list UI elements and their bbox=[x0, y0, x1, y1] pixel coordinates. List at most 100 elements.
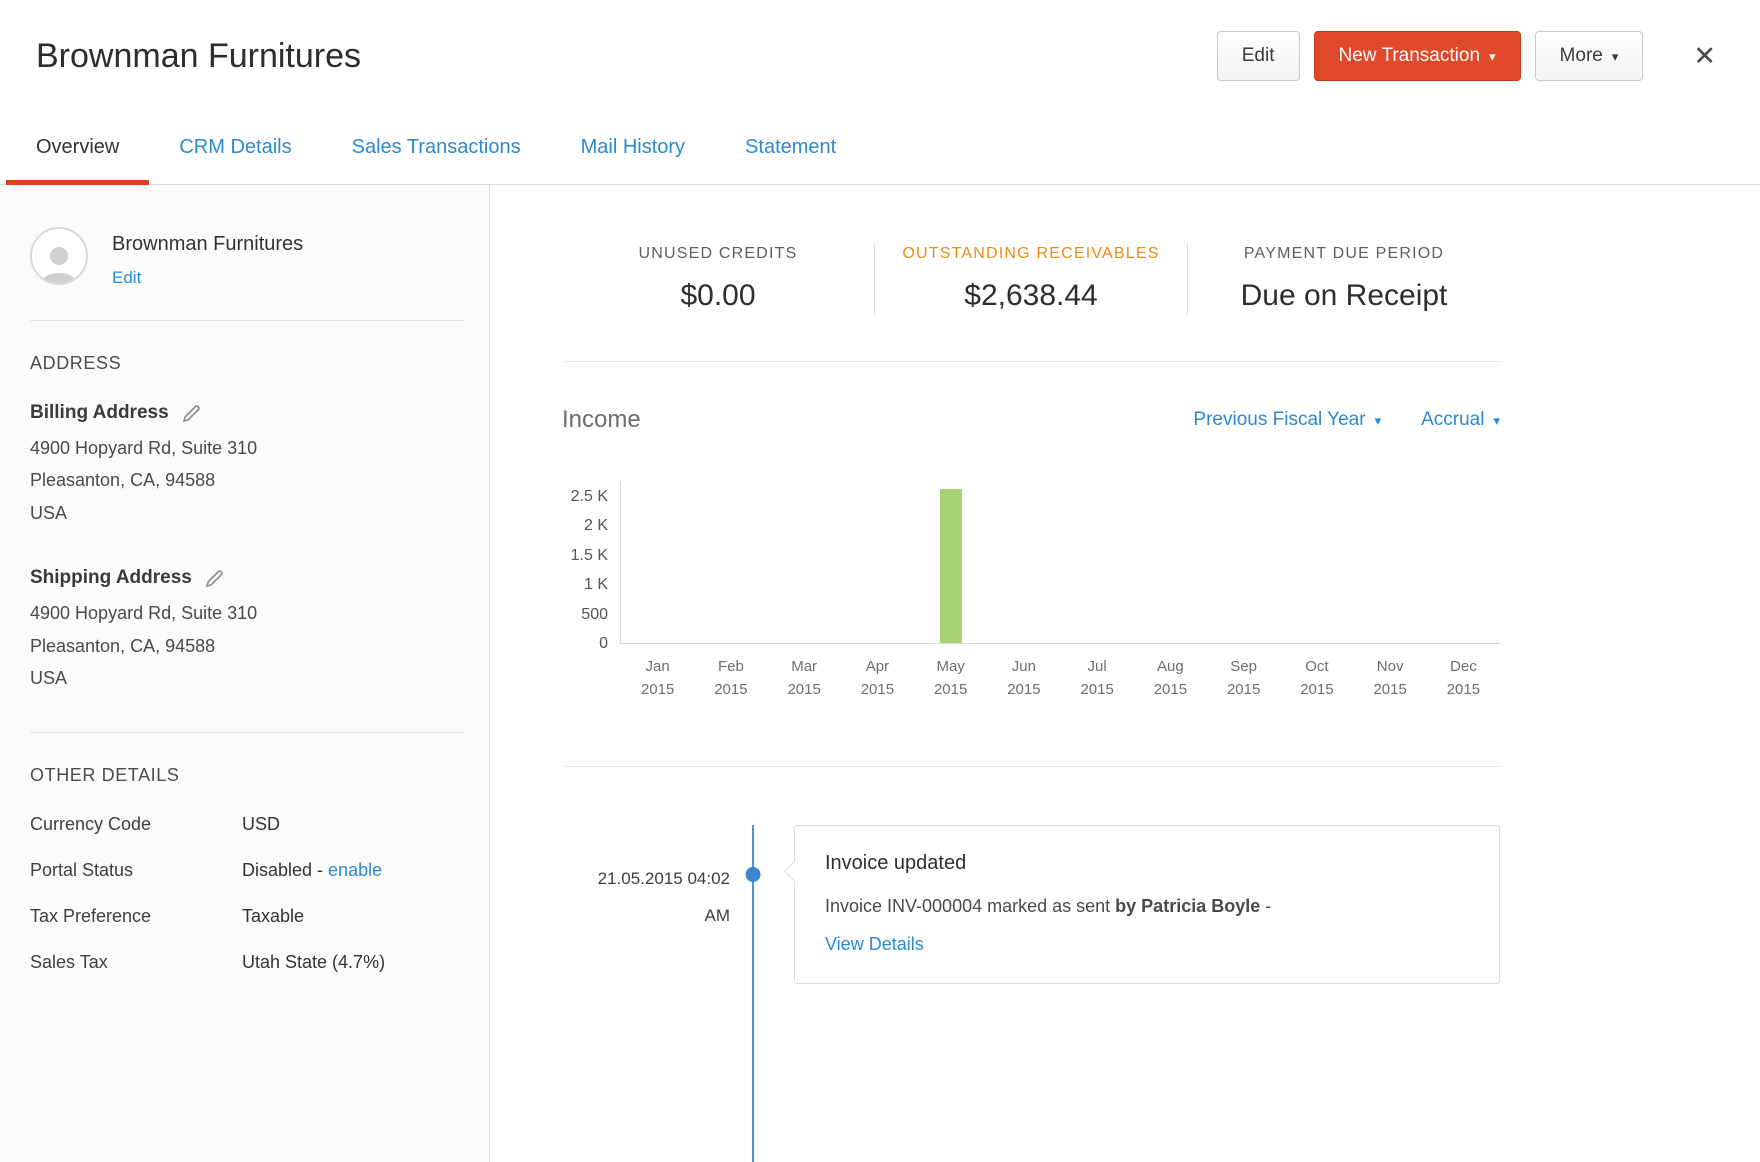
shipping-address-label-row: Shipping Address bbox=[30, 567, 465, 589]
sidebar-divider bbox=[30, 320, 465, 321]
chart-column: May 2015 bbox=[914, 482, 987, 698]
chart-column: Aug 2015 bbox=[1134, 482, 1207, 698]
fiscal-year-filter-label: Previous Fiscal Year bbox=[1193, 409, 1366, 430]
tab-overview[interactable]: Overview bbox=[6, 112, 150, 185]
detail-label: Currency Code bbox=[30, 814, 152, 835]
detail-value: Utah State (4.7%) bbox=[242, 952, 386, 973]
tab-mail-history[interactable]: Mail History bbox=[551, 112, 715, 184]
address-line: Pleasanton, CA, 94588 bbox=[30, 635, 216, 656]
unused-credits-stat: UNUSED CREDITS $0.00 bbox=[562, 243, 874, 315]
x-axis-tick-label: Feb 2015 bbox=[714, 658, 748, 699]
fiscal-year-filter[interactable]: Previous Fiscal Year ▾ bbox=[1193, 409, 1381, 431]
customer-profile: Brownman Furnitures Edit bbox=[30, 227, 465, 288]
x-axis-tick-label: Sep 2015 bbox=[1226, 658, 1261, 699]
section-divider bbox=[562, 361, 1500, 362]
income-section-header: Income Previous Fiscal Year ▾ Accrual ▾ bbox=[562, 406, 1500, 434]
summary-stats: UNUSED CREDITS $0.00 OUTSTANDING RECEIVA… bbox=[562, 243, 1500, 315]
detail-value: Disabled - enable bbox=[242, 860, 382, 881]
address-line: Pleasanton, CA, 94588 bbox=[30, 470, 216, 491]
other-details-heading: OTHER DETAILS bbox=[30, 765, 180, 786]
chart-column: Apr 2015 bbox=[841, 482, 914, 698]
event-title: Invoice updated bbox=[825, 852, 967, 874]
x-axis-tick-label: Dec 2015 bbox=[1446, 658, 1481, 699]
payment-due-period-label: PAYMENT DUE PERIOD bbox=[1243, 245, 1445, 262]
chart-column: Jul 2015 bbox=[1061, 482, 1134, 698]
address-line: USA bbox=[30, 667, 68, 688]
unused-credits-value: $0.00 bbox=[680, 279, 756, 312]
currency-code-row: Currency Code USD bbox=[30, 814, 465, 835]
timeline-date-text: 21.05.2015 04:02 bbox=[597, 869, 730, 888]
edit-customer-link[interactable]: Edit bbox=[112, 268, 141, 288]
view-details-link[interactable]: View Details bbox=[825, 934, 924, 955]
shipping-address-label: Shipping Address bbox=[30, 567, 192, 589]
customer-sidebar: Brownman Furnitures Edit ADDRESS Billing… bbox=[0, 185, 490, 1162]
income-bar[interactable] bbox=[939, 488, 962, 643]
edit-billing-address-icon[interactable] bbox=[182, 404, 200, 422]
income-chart-plot: Jan 2015 Feb 2015 Mar 2015 Apr 2015 May 2015… bbox=[620, 482, 1500, 698]
edit-shipping-address-icon[interactable] bbox=[205, 569, 223, 587]
detail-label: Tax Preference bbox=[30, 906, 152, 927]
caret-down-icon: ▾ bbox=[1493, 412, 1500, 428]
address-line: USA bbox=[30, 502, 68, 523]
timeline-event-card: Invoice updated Invoice INV-000004 marke… bbox=[794, 825, 1500, 984]
payment-due-period-stat: PAYMENT DUE PERIOD Due on Receipt bbox=[1187, 243, 1500, 315]
income-title: Income bbox=[562, 406, 641, 433]
timeline-date: 21.05.2015 04:02 AM bbox=[562, 861, 730, 934]
content-area: Brownman Furnitures Edit ADDRESS Billing… bbox=[0, 185, 1760, 1162]
profile-text: Brownman Furnitures Edit bbox=[112, 227, 303, 288]
tab-sales-transactions[interactable]: Sales Transactions bbox=[322, 112, 551, 184]
x-axis-tick-label: Mar 2015 bbox=[787, 658, 821, 699]
portal-status-row: Portal Status Disabled - enable bbox=[30, 860, 465, 881]
caret-down-icon: ▾ bbox=[1611, 48, 1619, 64]
close-icon[interactable]: ✕ bbox=[1689, 37, 1720, 76]
income-chart: 0 500 1 K 1.5 K 2 K 2.5 K Jan 2015 Feb 2015 Mar… bbox=[562, 482, 1500, 720]
outstanding-receivables-label: OUTSTANDING RECEIVABLES bbox=[902, 245, 1160, 262]
more-button[interactable]: More ▾ bbox=[1534, 31, 1644, 81]
enable-portal-link[interactable]: enable bbox=[328, 860, 382, 880]
edit-button-label: Edit bbox=[1241, 45, 1275, 66]
detail-label: Sales Tax bbox=[30, 952, 108, 973]
y-axis-tick-label: 2 K bbox=[583, 517, 608, 535]
detail-value: USD bbox=[242, 814, 281, 835]
new-transaction-button[interactable]: New Transaction ▾ bbox=[1313, 31, 1521, 81]
billing-address-label-row: Billing Address bbox=[30, 402, 465, 424]
address-heading: ADDRESS bbox=[30, 353, 122, 373]
chart-column: Jun 2015 bbox=[987, 482, 1060, 698]
chart-column: Sep 2015 bbox=[1207, 482, 1280, 698]
edit-button[interactable]: Edit bbox=[1216, 31, 1300, 81]
address-line: 4900 Hopyard Rd, Suite 310 bbox=[30, 438, 258, 458]
chart-column: Mar 2015 bbox=[768, 482, 841, 698]
y-axis-tick-label: 1 K bbox=[583, 576, 608, 594]
accounting-basis-filter-label: Accrual bbox=[1421, 409, 1485, 430]
activity-timeline: 21.05.2015 04:02 AM Invoice updated Invo… bbox=[562, 825, 1500, 1162]
tab-statement[interactable]: Statement bbox=[715, 112, 866, 184]
more-button-label: More bbox=[1559, 45, 1603, 66]
chart-column: Oct 2015 bbox=[1280, 482, 1353, 698]
chart-column: Dec 2015 bbox=[1427, 482, 1500, 698]
shipping-address-block: Shipping Address 4900 Hopyard Rd, Suite … bbox=[30, 567, 465, 694]
portal-status-value: Disabled - bbox=[242, 860, 329, 881]
outstanding-receivables-value: $2,638.44 bbox=[964, 279, 1098, 312]
timeline-dot bbox=[745, 867, 761, 882]
payment-due-period-value: Due on Receipt bbox=[1240, 279, 1448, 312]
shipping-address-lines: 4900 Hopyard Rd, Suite 310 Pleasanton, C… bbox=[30, 597, 465, 694]
x-axis-tick-label: Nov 2015 bbox=[1373, 658, 1407, 699]
avatar bbox=[30, 227, 88, 285]
y-axis-tick-label: 1.5 K bbox=[570, 546, 608, 564]
header-actions: Edit New Transaction ▾ More ▾ ✕ bbox=[1216, 31, 1720, 81]
x-axis-tick-label: Jul 2015 bbox=[1080, 658, 1114, 699]
x-axis-tick-label: Oct 2015 bbox=[1300, 658, 1334, 699]
y-axis-tick-label: 2.5 K bbox=[570, 487, 608, 505]
caret-down-icon: ▾ bbox=[1489, 48, 1496, 64]
event-actor: by Patricia Boyle bbox=[1115, 896, 1261, 916]
address-line: 4900 Hopyard Rd, Suite 310 bbox=[30, 603, 258, 624]
caret-down-icon: ▾ bbox=[1374, 412, 1382, 428]
section-divider bbox=[562, 766, 1500, 767]
income-chart-row: 0 500 1 K 1.5 K 2 K 2.5 K Jan 2015 Feb 2015 Mar… bbox=[562, 482, 1500, 698]
person-icon bbox=[41, 247, 77, 283]
tab-crm-details[interactable]: CRM Details bbox=[149, 112, 321, 184]
accounting-basis-filter[interactable]: Accrual ▾ bbox=[1421, 409, 1500, 431]
customer-name: Brownman Furnitures bbox=[112, 233, 304, 255]
page-title: Brownman Furnitures bbox=[36, 36, 362, 75]
outstanding-receivables-stat: OUTSTANDING RECEIVABLES $2,638.44 bbox=[874, 243, 1187, 315]
